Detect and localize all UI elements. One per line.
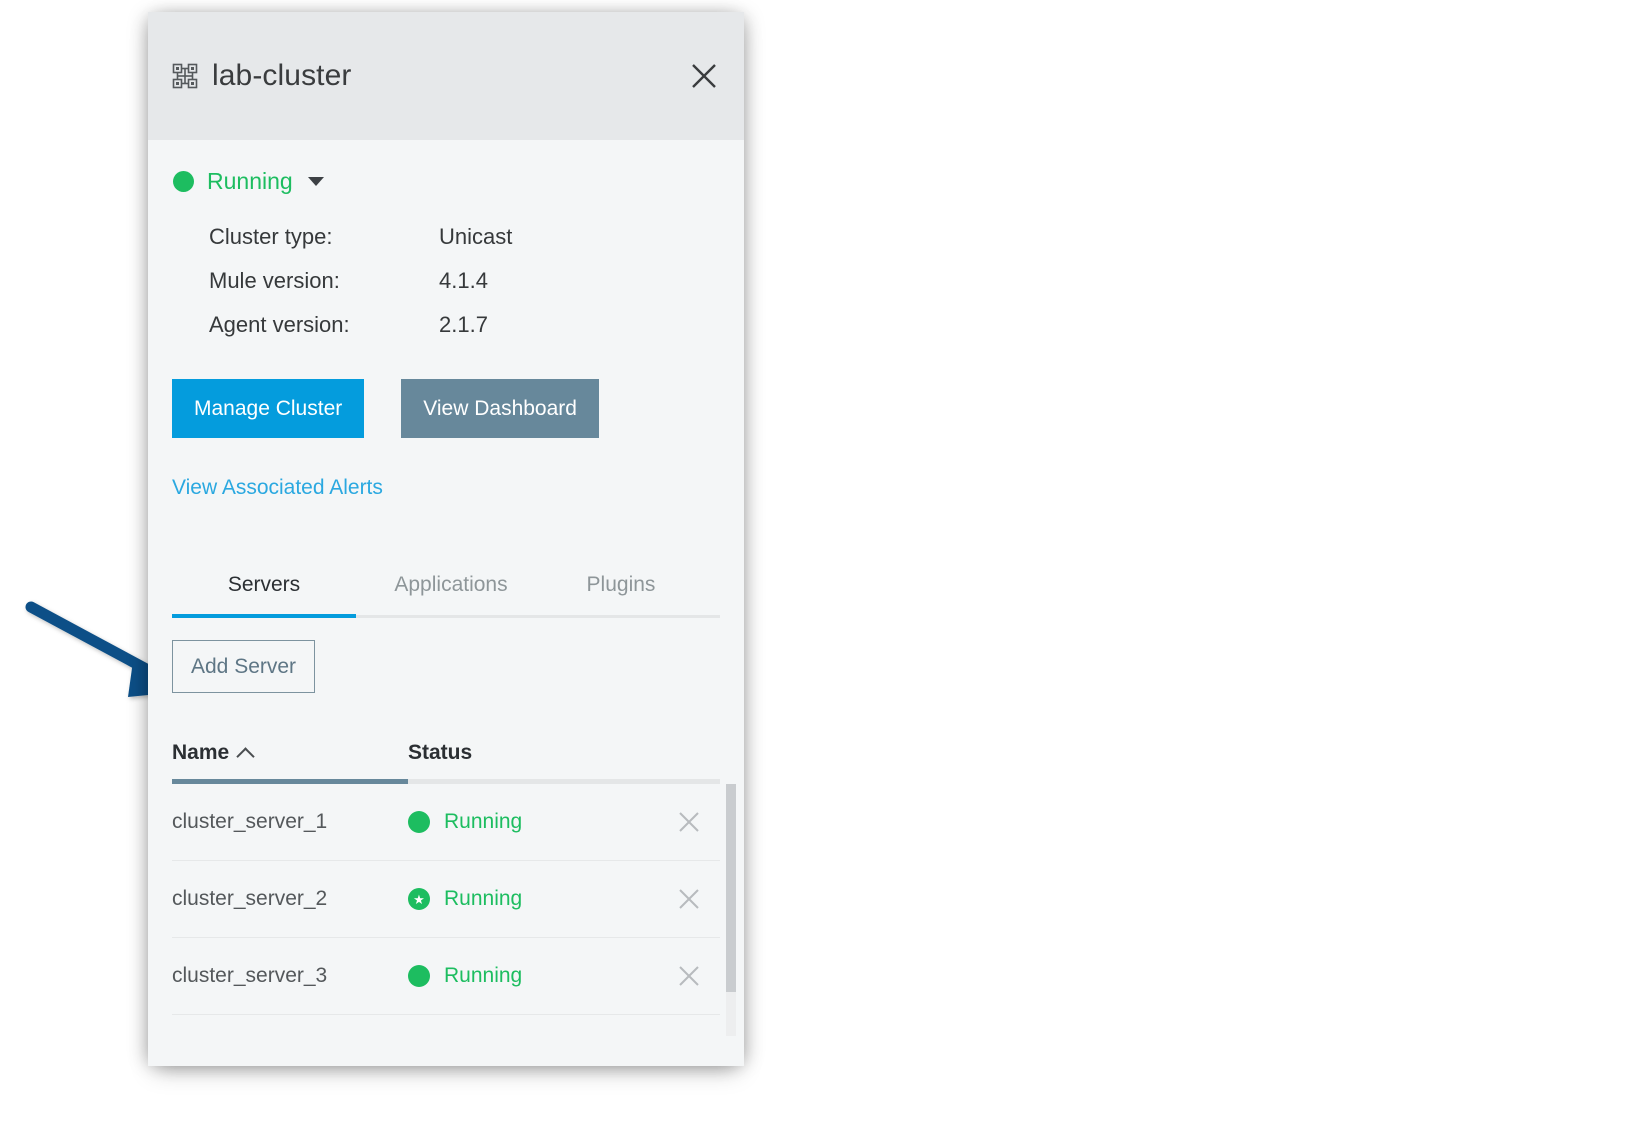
detail-key: Agent version: xyxy=(209,303,439,347)
tab-applications[interactable]: Applications xyxy=(356,565,546,615)
detail-value: 2.1.7 xyxy=(439,303,512,347)
detail-value: 4.1.4 xyxy=(439,259,512,303)
primary-node-star-icon: ★ xyxy=(408,888,430,910)
table-row[interactable]: cluster_server_2 ★ Running xyxy=(172,861,720,938)
panel-body: Running Cluster type: Unicast Mule versi… xyxy=(148,168,744,1015)
detail-row: Mule version: 4.1.4 xyxy=(209,259,512,303)
cluster-status-row: Running xyxy=(173,168,720,195)
column-header-name-label: Name xyxy=(172,741,229,765)
action-buttons: Manage Cluster View Dashboard xyxy=(172,379,720,438)
view-dashboard-button[interactable]: View Dashboard xyxy=(401,379,599,438)
status-dot-icon xyxy=(408,965,430,987)
detail-value: Unicast xyxy=(439,215,512,259)
detail-row: Agent version: 2.1.7 xyxy=(209,303,512,347)
view-associated-alerts-link[interactable]: View Associated Alerts xyxy=(172,476,383,500)
servers-table: Name Status cluster_server_1 Running xyxy=(172,741,720,1015)
manage-cluster-button[interactable]: Manage Cluster xyxy=(172,379,364,438)
server-status: ★ Running xyxy=(408,887,720,911)
tab-plugins[interactable]: Plugins xyxy=(546,565,696,615)
table-scrollbar[interactable] xyxy=(726,784,736,1036)
column-header-status[interactable]: Status xyxy=(408,741,720,765)
cluster-details: Cluster type: Unicast Mule version: 4.1.… xyxy=(209,215,512,347)
page-title: lab-cluster xyxy=(212,59,351,93)
table-row[interactable]: cluster_server_1 Running xyxy=(172,784,720,861)
server-status-label: Running xyxy=(444,887,522,911)
status-dot-icon xyxy=(408,811,430,833)
cluster-detail-panel: lab-cluster Running Cluster type: Unic xyxy=(148,12,744,1066)
remove-server-icon[interactable] xyxy=(676,809,702,835)
screenshot-root: lab-cluster Running Cluster type: Unic xyxy=(0,0,1634,1134)
chevron-down-icon[interactable] xyxy=(308,177,324,186)
close-icon[interactable] xyxy=(686,58,722,94)
table-scrollbar-thumb[interactable] xyxy=(726,784,736,992)
table-body: cluster_server_1 Running xyxy=(172,784,720,1015)
caret-up-icon xyxy=(237,747,255,765)
server-status-label: Running xyxy=(444,964,522,988)
status-badge: Running xyxy=(207,168,293,195)
server-status-label: Running xyxy=(444,810,522,834)
table-row[interactable]: cluster_server_3 Running xyxy=(172,938,720,1015)
table-header-row: Name Status xyxy=(172,741,720,779)
column-header-name[interactable]: Name xyxy=(172,741,408,765)
status-dot-icon xyxy=(173,171,194,192)
detail-row: Cluster type: Unicast xyxy=(209,215,512,259)
server-name: cluster_server_2 xyxy=(172,887,408,911)
server-status: Running xyxy=(408,810,720,834)
tab-servers[interactable]: Servers xyxy=(172,565,356,615)
cluster-grid-icon xyxy=(172,63,198,89)
server-name: cluster_server_3 xyxy=(172,964,408,988)
detail-key: Cluster type: xyxy=(209,215,439,259)
server-name: cluster_server_1 xyxy=(172,810,408,834)
panel-header: lab-cluster xyxy=(148,12,744,140)
tab-bar: Servers Applications Plugins xyxy=(172,565,720,618)
remove-server-icon[interactable] xyxy=(676,963,702,989)
detail-key: Mule version: xyxy=(209,259,439,303)
remove-server-icon[interactable] xyxy=(676,886,702,912)
add-server-button[interactable]: Add Server xyxy=(172,640,315,693)
server-status: Running xyxy=(408,964,720,988)
